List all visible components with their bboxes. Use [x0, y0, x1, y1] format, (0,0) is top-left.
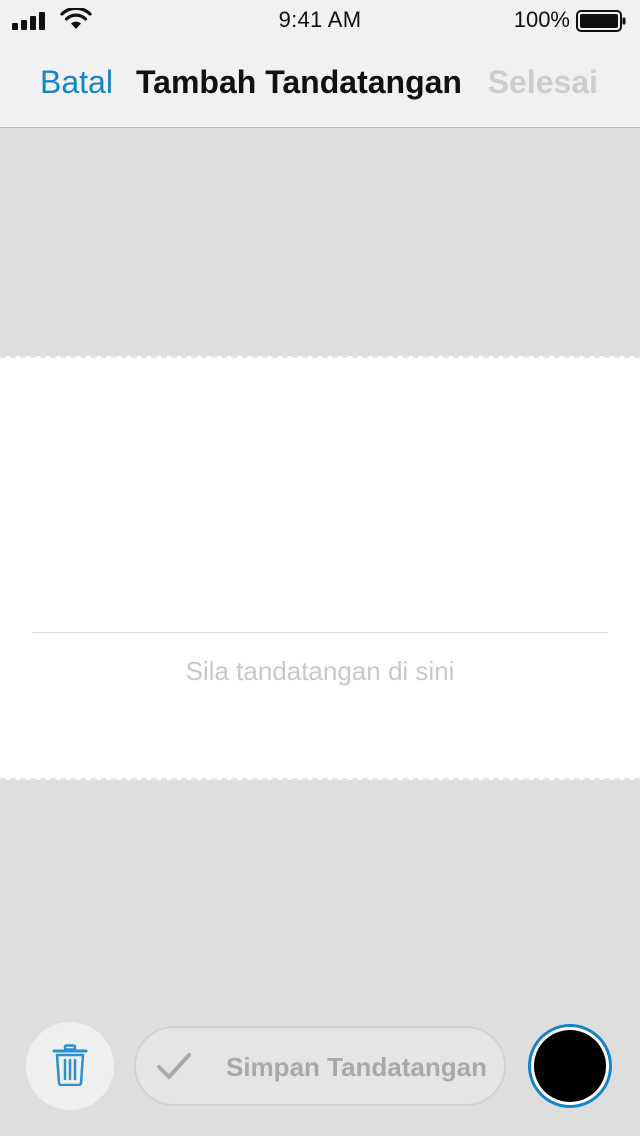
- pen-color-swatch: [534, 1030, 606, 1102]
- navigation-bar: Batal Tambah Tandatangan Selesai: [0, 40, 640, 128]
- clear-signature-button[interactable]: [26, 1022, 114, 1110]
- check-icon: [157, 1053, 191, 1079]
- signature-hint: Sila tandatangan di sini: [185, 656, 455, 686]
- battery-percentage: 100%: [513, 7, 570, 32]
- save-signature-button[interactable]: Simpan Tandatangan: [134, 1026, 506, 1106]
- status-bar: 9:41 AM 100%: [0, 0, 640, 40]
- save-signature-label: Simpan Tandatangan: [226, 1052, 487, 1082]
- signature-pad[interactable]: Sila tandatangan di sini: [0, 356, 640, 780]
- page-title: Tambah Tandatangan: [136, 64, 462, 100]
- battery-icon: [576, 10, 626, 32]
- signature-baseline: [32, 632, 608, 633]
- pen-color-button[interactable]: [528, 1024, 612, 1108]
- trash-icon: [52, 1044, 88, 1086]
- done-button[interactable]: Selesai: [488, 64, 598, 101]
- cancel-button[interactable]: Batal: [40, 64, 113, 101]
